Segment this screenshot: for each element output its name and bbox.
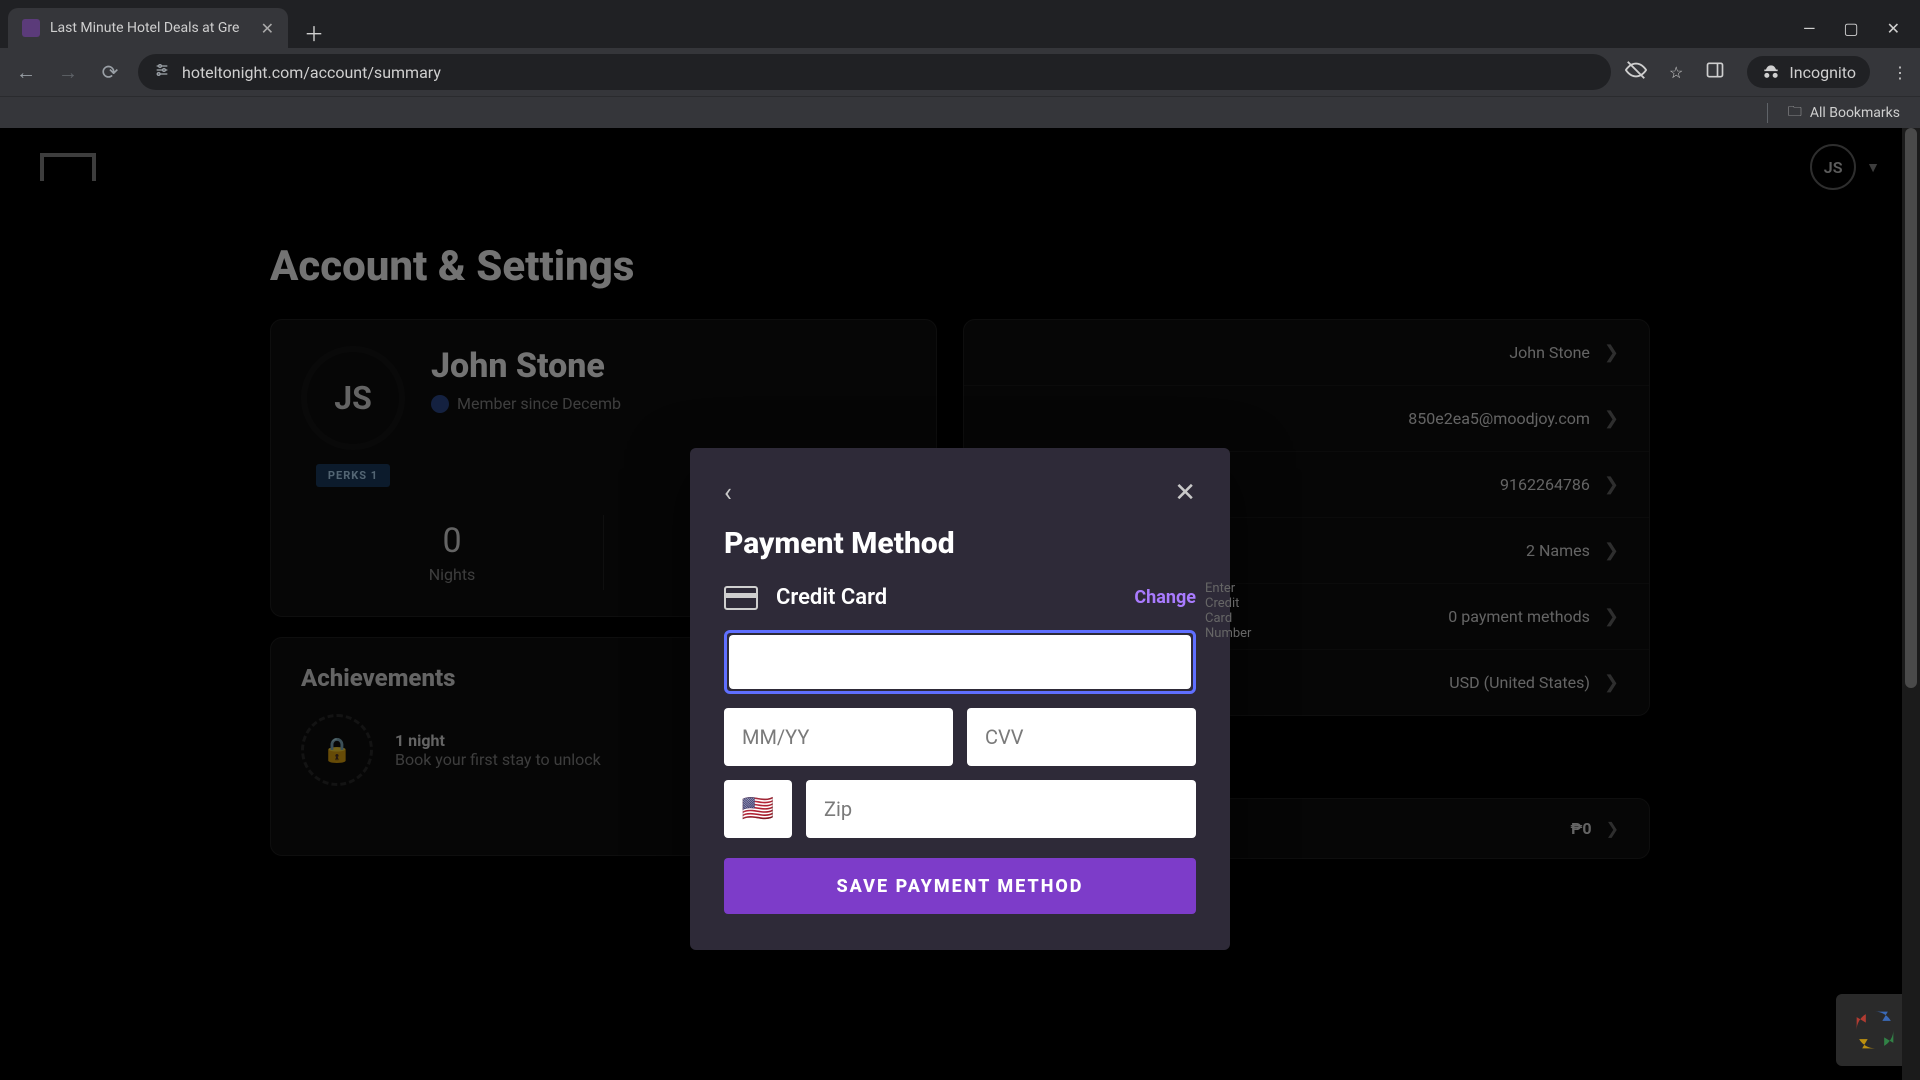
modal-back-button[interactable]: ‹ (724, 478, 732, 508)
page-viewport: JS ▼ Account & Settings JS PERKS 1 John … (0, 128, 1920, 1080)
card-number-field-wrap: Enter Credit Card Number (724, 630, 1196, 694)
chrome-menu-icon[interactable]: ⋮ (1892, 63, 1908, 82)
change-payment-type-link[interactable]: Change (1134, 587, 1196, 608)
page-scrollbar[interactable] (1902, 128, 1920, 1080)
country-flag-selector[interactable]: 🇺🇸 (724, 780, 792, 838)
tab-favicon (22, 19, 40, 37)
cvv-input[interactable] (967, 708, 1196, 766)
browser-tab-active[interactable]: Last Minute Hotel Deals at Gre ✕ (8, 8, 288, 48)
nav-back-icon[interactable]: ← (12, 60, 40, 85)
window-maximize-icon[interactable]: ▢ (1843, 19, 1858, 38)
folder-icon: 🗀 (1788, 101, 1802, 125)
site-settings-icon[interactable] (154, 62, 170, 82)
save-payment-method-button[interactable]: SAVE PAYMENT METHOD (724, 858, 1196, 914)
bookmarks-bar: 🗀 All Bookmarks (0, 96, 1920, 128)
incognito-label: Incognito (1789, 63, 1856, 82)
nav-reload-icon[interactable]: ⟳ (96, 60, 124, 84)
address-bar[interactable]: hoteltonight.com/account/summary (138, 54, 1611, 90)
credit-card-icon (724, 586, 758, 610)
new-tab-button[interactable]: ＋ (298, 16, 330, 48)
window-controls: ― ▢ ✕ (1791, 19, 1912, 48)
browser-tab-strip: Last Minute Hotel Deals at Gre ✕ ＋ ― ▢ ✕ (0, 0, 1920, 48)
nav-forward-icon[interactable]: → (54, 60, 82, 85)
scrollbar-thumb[interactable] (1905, 128, 1917, 688)
all-bookmarks-button[interactable]: All Bookmarks (1810, 105, 1900, 121)
side-panel-icon[interactable] (1705, 60, 1725, 84)
credit-card-label: Credit Card (776, 585, 887, 610)
bookmarks-separator (1767, 103, 1768, 123)
incognito-indicator[interactable]: Incognito (1747, 56, 1870, 88)
window-minimize-icon[interactable]: ― (1803, 19, 1816, 38)
expiry-input[interactable] (724, 708, 953, 766)
tab-close-icon[interactable]: ✕ (261, 19, 274, 38)
payment-method-modal: ‹ ✕ Payment Method Credit Card Change En… (690, 448, 1230, 950)
browser-toolbar: ← → ⟳ hoteltonight.com/account/summary ☆… (0, 48, 1920, 96)
zip-input[interactable] (806, 780, 1196, 838)
modal-close-button[interactable]: ✕ (1174, 478, 1196, 508)
url-text: hoteltonight.com/account/summary (182, 63, 441, 82)
tab-title: Last Minute Hotel Deals at Gre (50, 20, 251, 36)
eye-off-icon[interactable] (1625, 59, 1647, 85)
bookmark-star-icon[interactable]: ☆ (1669, 63, 1683, 82)
card-number-label: Enter Credit Card Number (1205, 581, 1251, 641)
card-number-input[interactable] (729, 635, 1191, 689)
window-close-icon[interactable]: ✕ (1887, 19, 1900, 38)
modal-title: Payment Method (724, 526, 1196, 561)
